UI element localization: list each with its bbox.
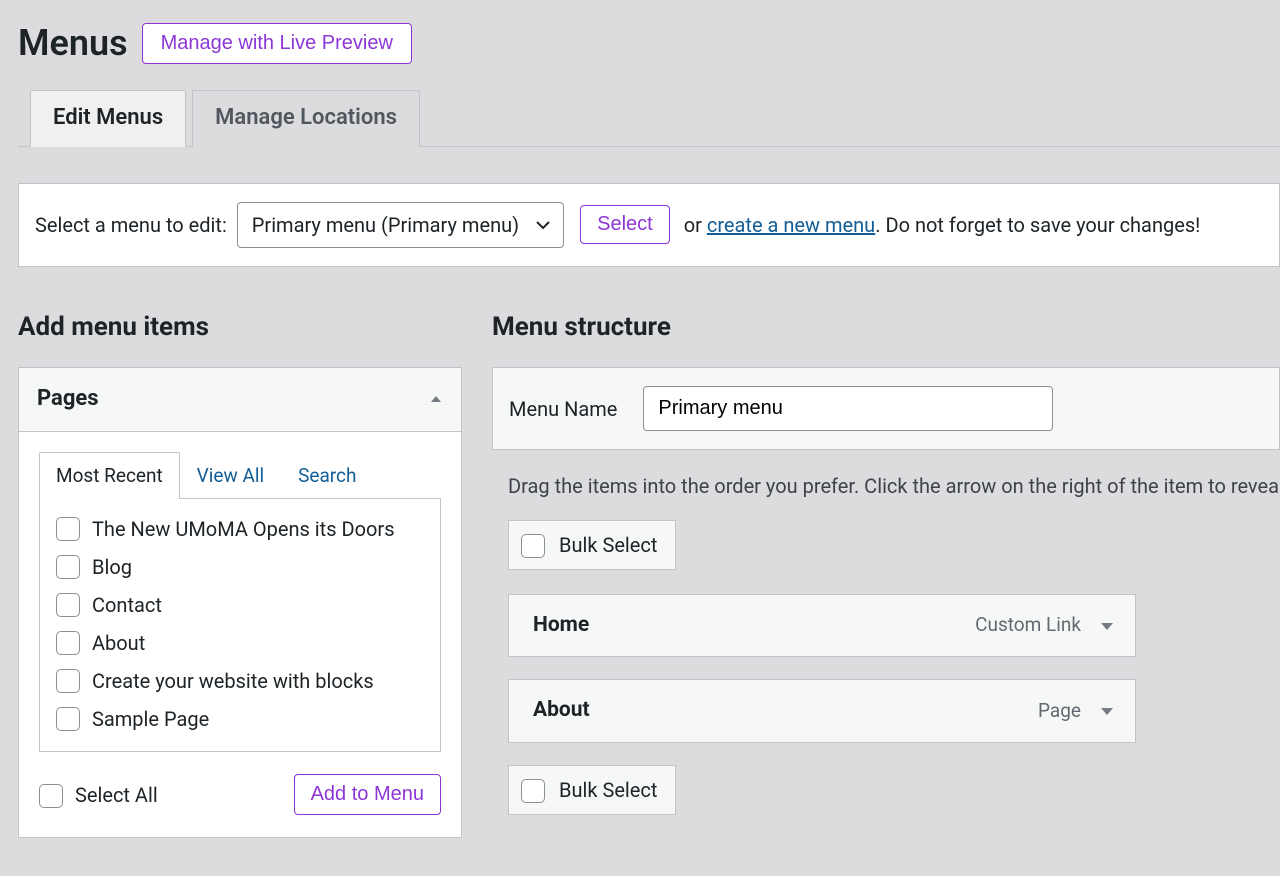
menu-select-bar: Select a menu to edit: Primary menu (Pri… <box>18 183 1280 267</box>
pages-list-panel: The New UMoMA Opens its Doors Blog Conta… <box>39 499 441 752</box>
page-label: Contact <box>92 591 162 619</box>
menu-name-input[interactable] <box>643 386 1053 431</box>
page-label: The New UMoMA Opens its Doors <box>92 515 395 543</box>
menu-dropdown-value: Primary menu (Primary menu) <box>252 211 519 239</box>
menu-item-type: Page <box>1038 698 1081 725</box>
subtab-most-recent[interactable]: Most Recent <box>39 452 180 500</box>
bulk-select-bottom: Bulk Select <box>508 765 676 815</box>
page-checkbox[interactable] <box>56 669 80 693</box>
triangle-down-icon[interactable] <box>1099 703 1115 719</box>
page-label: Sample Page <box>92 705 209 733</box>
list-item: Contact <box>56 591 424 619</box>
select-menu-label: Select a menu to edit: <box>35 211 227 239</box>
bulk-select-checkbox[interactable] <box>521 534 545 558</box>
menu-name-bar: Menu Name <box>492 367 1280 450</box>
triangle-up-icon <box>429 392 443 406</box>
select-all-label: Select All <box>75 781 158 809</box>
page-checkbox[interactable] <box>56 517 80 541</box>
page-label: Blog <box>92 553 132 581</box>
nav-tabs: Edit Menus Manage Locations <box>18 90 1280 146</box>
bulk-select-label: Bulk Select <box>559 531 657 559</box>
page-title: Menus <box>18 18 128 68</box>
page-checkbox[interactable] <box>56 593 80 617</box>
pages-subtabs: Most Recent View All Search <box>39 452 441 500</box>
subtab-view-all[interactable]: View All <box>180 452 281 500</box>
pages-postbox: Pages Most Recent View All Search The Ne… <box>18 367 462 838</box>
bulk-select-label: Bulk Select <box>559 776 657 804</box>
pages-postbox-title: Pages <box>37 384 99 415</box>
page-label: About <box>92 629 145 657</box>
menu-name-label: Menu Name <box>509 395 617 423</box>
menu-item-title: About <box>533 696 590 725</box>
select-button[interactable]: Select <box>580 205 670 244</box>
page-checkbox[interactable] <box>56 707 80 731</box>
triangle-down-icon[interactable] <box>1099 618 1115 634</box>
create-new-menu-link[interactable]: create a new menu <box>707 213 875 237</box>
menu-item[interactable]: About Page <box>508 679 1136 742</box>
add-to-menu-button[interactable]: Add to Menu <box>294 774 441 815</box>
list-item: About <box>56 629 424 657</box>
list-item: The New UMoMA Opens its Doors <box>56 515 424 543</box>
menu-structure-heading: Menu structure <box>492 309 1280 345</box>
pages-postbox-header[interactable]: Pages <box>19 368 461 432</box>
drag-instructions: Drag the items into the order you prefer… <box>508 472 1280 500</box>
or-text: or create a new menu. Do not forget to s… <box>684 211 1201 239</box>
tab-manage-locations[interactable]: Manage Locations <box>192 90 420 147</box>
page-label: Create your website with blocks <box>92 667 374 695</box>
select-all-checkbox[interactable] <box>39 784 63 808</box>
list-item: Sample Page <box>56 705 424 733</box>
bulk-select-top: Bulk Select <box>508 520 676 570</box>
page-checkbox[interactable] <box>56 555 80 579</box>
add-menu-items-heading: Add menu items <box>18 309 462 345</box>
select-all-row: Select All <box>39 781 158 809</box>
menu-item[interactable]: Home Custom Link <box>508 594 1136 657</box>
menu-item-type: Custom Link <box>975 612 1081 639</box>
tab-edit-menus[interactable]: Edit Menus <box>30 90 186 147</box>
menu-dropdown[interactable]: Primary menu (Primary menu) <box>237 202 564 248</box>
chevron-down-icon <box>535 217 551 233</box>
subtab-search[interactable]: Search <box>281 452 373 500</box>
list-item: Blog <box>56 553 424 581</box>
page-checkbox[interactable] <box>56 631 80 655</box>
menu-item-title: Home <box>533 611 589 640</box>
list-item: Create your website with blocks <box>56 667 424 695</box>
manage-live-preview-button[interactable]: Manage with Live Preview <box>142 23 412 64</box>
bulk-select-checkbox[interactable] <box>521 779 545 803</box>
